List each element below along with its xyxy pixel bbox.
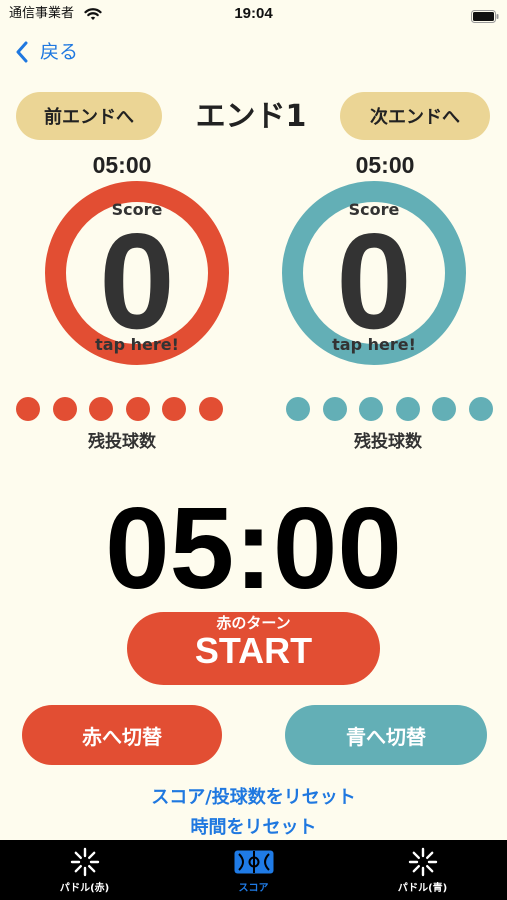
blue-tap-hint: tap here!	[332, 335, 416, 354]
next-end-button[interactable]: 次エンドへ	[340, 92, 490, 140]
chevron-left-icon	[15, 41, 29, 63]
blue-ball-dot	[468, 397, 493, 421]
red-balls-remaining	[16, 397, 226, 421]
red-ball-dot	[162, 397, 186, 421]
switch-to-red-button[interactable]: 赤へ切替	[22, 705, 222, 765]
switch-to-blue-button[interactable]: 青へ切替	[285, 705, 487, 765]
red-timer: 05:00	[92, 152, 152, 178]
red-balls-label: 残投球数	[88, 432, 156, 452]
spinner-icon	[338, 847, 507, 877]
main-timer: 05:00	[105, 483, 402, 613]
red-ball-dot	[89, 397, 113, 421]
end-title: エンド1	[195, 99, 307, 134]
spinner-icon	[0, 847, 169, 877]
reset-score-link[interactable]: スコア/投球数をリセット	[0, 787, 507, 809]
blue-ball-dot	[322, 397, 347, 421]
court-icon	[169, 847, 338, 877]
tab-score[interactable]: スコア	[169, 840, 338, 900]
back-label: 戻る	[40, 41, 79, 63]
prev-end-button[interactable]: 前エンドへ	[16, 92, 162, 140]
status-time: 19:04	[234, 5, 273, 22]
red-ball-dot	[125, 397, 150, 421]
red-tap-hint: tap here!	[95, 335, 179, 354]
battery-icon	[471, 8, 499, 23]
reset-time-link[interactable]: 時間をリセット	[0, 817, 507, 839]
tab-paddle-blue-label: パドル(青)	[397, 883, 448, 894]
blue-ball-dot	[395, 397, 420, 421]
red-score-value: 0	[99, 205, 175, 357]
blue-timer: 05:00	[355, 152, 415, 178]
tab-paddle-red-label: パドル(赤)	[59, 883, 110, 894]
red-score-button[interactable]: Score 0 tap here!	[45, 181, 229, 365]
turn-label: 赤のターン	[216, 614, 291, 632]
blue-score-value: 0	[336, 205, 412, 357]
back-button[interactable]: 戻る	[12, 38, 92, 66]
tab-bar: パドル(赤) スコア パドル(青)	[0, 840, 507, 900]
start-button[interactable]: 赤のターン START	[127, 612, 380, 685]
blue-ball-dot	[432, 397, 456, 421]
blue-score-button[interactable]: Score 0 tap here!	[282, 181, 466, 365]
blue-balls-remaining	[286, 397, 496, 421]
red-ball-dot	[16, 397, 40, 421]
blue-balls-label: 残投球数	[354, 432, 422, 452]
blue-ball-dot	[286, 397, 310, 421]
start-label: START	[194, 630, 313, 671]
blue-ball-dot	[359, 397, 383, 421]
tab-score-label: スコア	[238, 883, 269, 894]
tab-paddle-red[interactable]: パドル(赤)	[0, 840, 169, 900]
red-ball-dot	[198, 397, 223, 421]
tab-paddle-blue[interactable]: パドル(青)	[338, 840, 507, 900]
status-bar: 通信事業者 19:04	[0, 0, 507, 28]
red-ball-dot	[52, 397, 77, 421]
